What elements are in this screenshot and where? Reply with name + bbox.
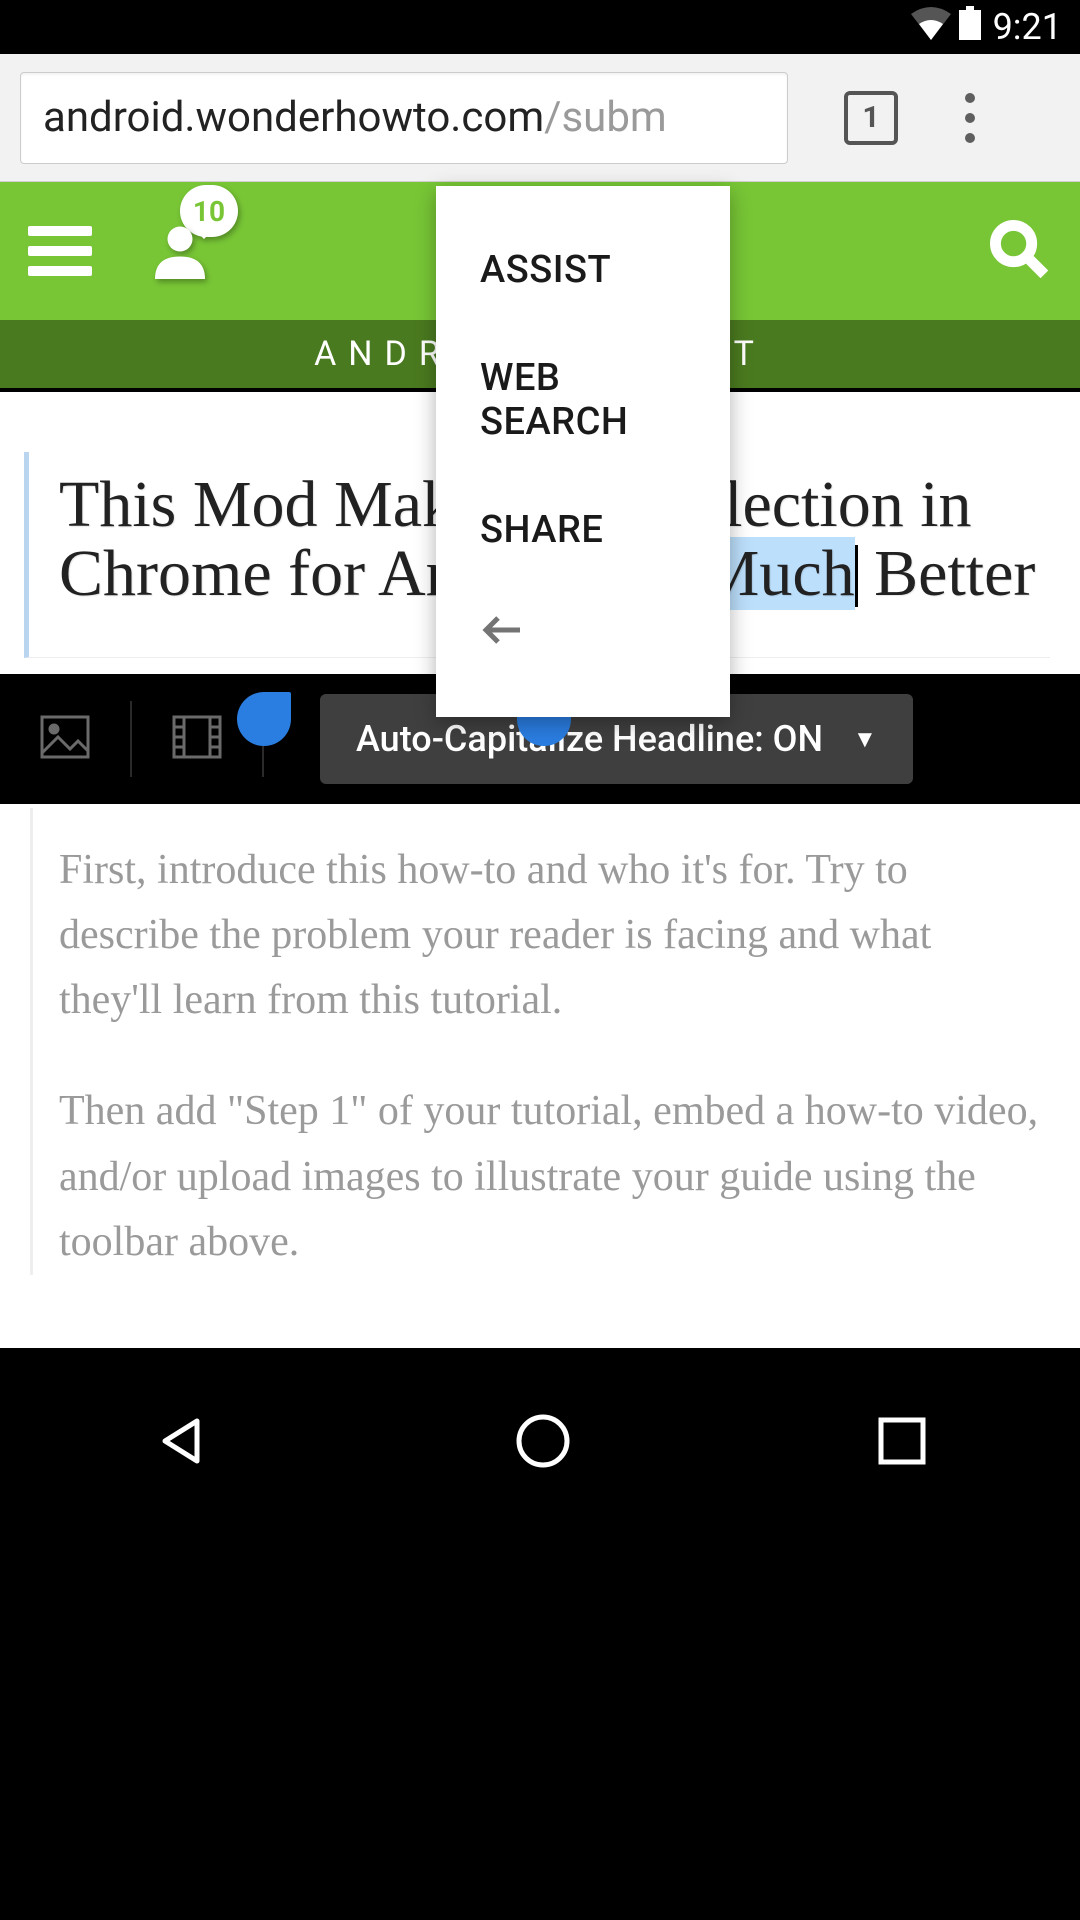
user-icon <box>150 264 210 283</box>
insert-image-button[interactable] <box>26 715 104 763</box>
menu-item-assist[interactable]: ASSIST <box>436 216 730 324</box>
insert-video-button[interactable] <box>158 715 236 763</box>
clock: 9:21 <box>993 6 1062 48</box>
menu-item-share[interactable]: SHARE <box>436 476 730 584</box>
android-nav-bar <box>0 1372 1080 1514</box>
url-path: /subm <box>544 93 667 142</box>
text-selection-context-menu: ASSIST WEB SEARCH SHARE <box>436 186 730 717</box>
wifi-icon <box>911 6 951 49</box>
user-profile-button[interactable]: 10 <box>150 219 210 283</box>
url-host: android.wonderhowto.com <box>43 93 544 142</box>
menu-item-web-search[interactable]: WEB SEARCH <box>436 324 730 476</box>
search-button[interactable] <box>990 220 1048 282</box>
battery-icon <box>959 6 981 49</box>
tab-switcher-button[interactable]: 1 <box>844 91 898 145</box>
android-status-bar: 9:21 <box>0 0 1080 54</box>
recent-apps-button[interactable] <box>875 1414 929 1472</box>
selection-handle-start[interactable] <box>237 692 291 746</box>
chevron-down-icon: ▼ <box>853 725 877 754</box>
hamburger-menu-button[interactable] <box>28 226 92 276</box>
divider <box>130 701 132 777</box>
browser-toolbar: android.wonderhowto.com/subm 1 <box>0 54 1080 182</box>
menu-back-button[interactable] <box>436 584 730 687</box>
browser-menu-button[interactable] <box>946 88 994 148</box>
back-button[interactable] <box>151 1411 211 1475</box>
body-placeholder[interactable]: First, introduce this how-to and who it'… <box>30 808 1050 1275</box>
url-bar[interactable]: android.wonderhowto.com/subm <box>20 72 788 164</box>
home-button[interactable] <box>513 1411 573 1475</box>
text-cursor <box>855 545 858 607</box>
